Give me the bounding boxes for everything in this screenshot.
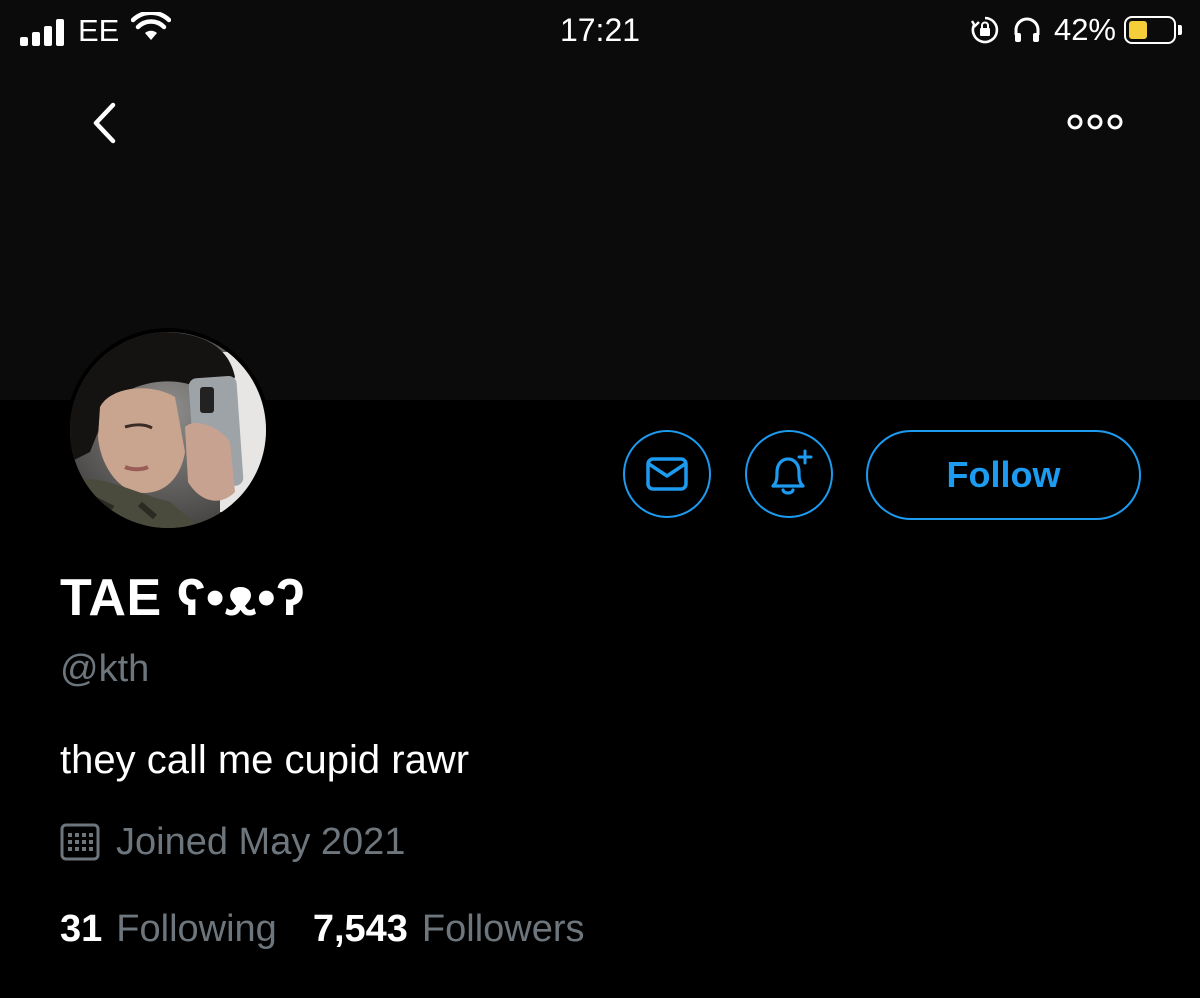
- followers-link[interactable]: 7,543 Followers: [313, 908, 585, 951]
- chevron-left-icon: [93, 102, 116, 144]
- following-link[interactable]: 31 Following: [60, 908, 277, 951]
- following-label: Following: [116, 908, 277, 950]
- bell-plus-icon: [771, 449, 813, 495]
- follow-button[interactable]: Follow: [866, 430, 1141, 520]
- battery-level-fill: [1129, 21, 1147, 39]
- display-name: TAE ʕ•ᴥ•ʔ: [60, 569, 306, 627]
- join-date-text: Joined May 2021: [116, 820, 406, 863]
- orientation-lock-icon: [970, 15, 1000, 45]
- following-count: 31: [60, 908, 103, 950]
- more-horizontal-icon: [1067, 114, 1123, 130]
- battery-cap: [1178, 25, 1182, 35]
- status-bar: EE 17:21 42%: [0, 0, 1200, 64]
- message-button[interactable]: [623, 430, 711, 518]
- envelope-icon: [646, 457, 688, 491]
- battery-icon: [1124, 16, 1176, 44]
- notifications-button[interactable]: [745, 430, 833, 518]
- followers-label: Followers: [421, 908, 585, 950]
- follow-stats: 31 Following 7,543 Followers: [60, 908, 621, 951]
- back-button[interactable]: [82, 98, 126, 148]
- join-date: Joined May 2021: [58, 820, 405, 864]
- more-options-button[interactable]: [1062, 106, 1128, 138]
- profile-bio: they call me cupid rawr: [60, 738, 470, 782]
- battery-percent: 42%: [1053, 12, 1116, 47]
- calendar-icon: [58, 820, 102, 864]
- username-handle: @kth: [60, 648, 150, 690]
- avatar-photo: [70, 332, 266, 528]
- followers-count: 7,543: [312, 908, 408, 950]
- headphones-icon: [1012, 15, 1042, 45]
- avatar[interactable]: [66, 328, 270, 532]
